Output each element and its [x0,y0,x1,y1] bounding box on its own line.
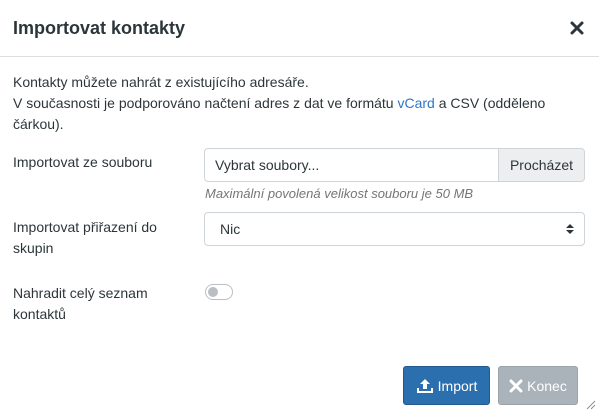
file-label: Importovat ze souboru [13,154,153,170]
vcard-link[interactable]: vCard [397,95,434,111]
toggle-knob [208,287,218,297]
close-button-label: Konec [527,377,567,394]
dialog-header: Importovat kontakty [0,0,599,57]
replace-label: Nahradit celý seznam kontaktů [13,285,148,322]
import-contacts-dialog: Importovat kontakty Kontakty můžete nahr… [0,0,599,413]
file-size-hint: Maximální povolená velikost souboru je 5… [205,186,474,201]
cancel-icon [509,379,523,392]
groups-label: Importovat přiřazení do skupin [13,219,157,256]
groups-select[interactable]: Nic [204,212,585,246]
browse-button[interactable]: Procházet [498,149,584,181]
intro-line-1: Kontakty můžete nahrát z existujícího ad… [13,74,309,90]
dialog-title: Importovat kontakty [13,18,186,38]
file-input[interactable]: Vybrat soubory... [205,149,498,181]
groups-select-value: Nic [220,221,241,237]
import-button[interactable]: Import [403,366,490,405]
intro-line-2: V současnosti je podporováno načtení adr… [13,93,588,135]
intro-text-before: V současnosti je podporováno načtení adr… [13,95,398,111]
replace-toggle[interactable] [205,284,233,300]
intro-text: Kontakty můžete nahrát z existujícího ad… [13,72,588,135]
close-dialog-button[interactable]: Konec [498,366,578,405]
close-button[interactable] [566,17,588,39]
file-picker[interactable]: Vybrat soubory... Procházet [204,148,585,182]
upload-icon [416,378,433,393]
close-icon [570,21,584,35]
import-button-label: Import [437,377,478,394]
select-arrows-icon [566,224,574,234]
resize-grip-icon[interactable] [586,400,596,410]
